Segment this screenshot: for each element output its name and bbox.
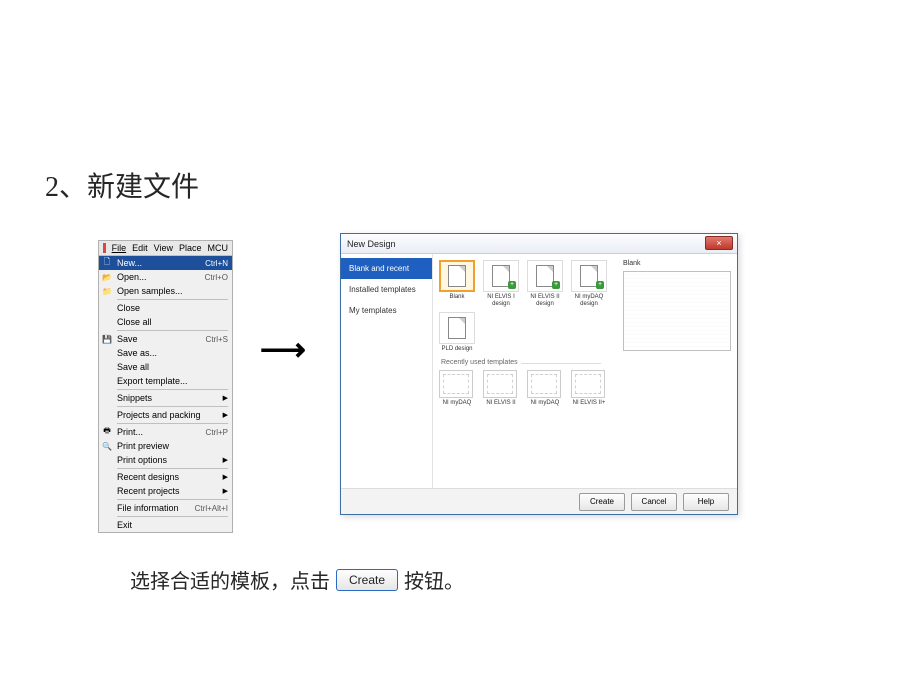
- close-button[interactable]: ×: [705, 236, 733, 250]
- menu-item-close[interactable]: Close: [99, 301, 232, 315]
- template-grid: Blank +NI ELVIS I design +NI ELVIS II de…: [433, 254, 617, 488]
- print-icon: 🖶: [102, 427, 112, 437]
- menu-item-export-template[interactable]: Export template...: [99, 374, 232, 388]
- print-preview-icon: 🔍: [102, 441, 112, 451]
- menu-item-save[interactable]: 💾SaveCtrl+S: [99, 332, 232, 346]
- chevron-right-icon: ▶: [223, 487, 228, 495]
- help-button[interactable]: Help: [683, 493, 729, 511]
- menu-item-exit[interactable]: Exit: [99, 518, 232, 532]
- menu-item-print[interactable]: 🖶Print...Ctrl+P: [99, 425, 232, 439]
- menu-item-print-options[interactable]: Print options▶: [99, 453, 232, 467]
- menu-separator: [117, 406, 228, 407]
- instruction-text: 选择合适的模板，点击 Create 按钮。: [130, 565, 464, 594]
- sidebar-item-installed[interactable]: Installed templates: [341, 279, 432, 300]
- menu-item-open-samples[interactable]: 📁Open samples...: [99, 284, 232, 298]
- menu-place[interactable]: Place: [179, 243, 202, 253]
- section-heading: 2、新建文件: [45, 165, 199, 205]
- template-mydaq[interactable]: +NI myDAQ design: [571, 260, 607, 308]
- recent-template-3[interactable]: NI myDAQ: [527, 370, 563, 407]
- new-file-icon: 🗋: [102, 258, 112, 268]
- menu-item-print-preview[interactable]: 🔍Print preview: [99, 439, 232, 453]
- menu-item-recent-projects[interactable]: Recent projects▶: [99, 484, 232, 498]
- create-button[interactable]: Create: [579, 493, 625, 511]
- open-folder-icon: 📂: [102, 272, 112, 282]
- dialog-footer: Create Cancel Help: [341, 488, 737, 514]
- preview-label: Blank: [623, 260, 731, 267]
- cancel-button[interactable]: Cancel: [631, 493, 677, 511]
- chevron-right-icon: ▶: [223, 456, 228, 464]
- dialog-title: New Design: [347, 239, 396, 249]
- dialog-sidebar: Blank and recent Installed templates My …: [341, 254, 433, 488]
- plus-badge-icon: +: [596, 281, 604, 289]
- template-elvis-i[interactable]: +NI ELVIS I design: [483, 260, 519, 308]
- chevron-right-icon: ▶: [223, 394, 228, 402]
- plus-badge-icon: +: [552, 281, 560, 289]
- sidebar-item-my-templates[interactable]: My templates: [341, 300, 432, 321]
- save-icon: 💾: [102, 334, 112, 344]
- inline-create-button: Create: [336, 569, 398, 591]
- menu-separator: [117, 330, 228, 331]
- menu-separator: [117, 499, 228, 500]
- menu-mcu[interactable]: MCU: [208, 243, 229, 253]
- instruction-before: 选择合适的模板，点击: [130, 565, 330, 594]
- preview-pane: Blank: [617, 254, 737, 488]
- sidebar-item-blank-recent[interactable]: Blank and recent: [341, 258, 432, 279]
- menu-file[interactable]: File: [112, 243, 127, 253]
- menu-separator: [117, 299, 228, 300]
- instruction-after: 按钮。: [404, 565, 464, 594]
- menu-item-open[interactable]: 📂Open...Ctrl+O: [99, 270, 232, 284]
- menu-separator: [117, 468, 228, 469]
- menu-item-projects-packing[interactable]: Projects and packing▶: [99, 408, 232, 422]
- menu-item-recent-designs[interactable]: Recent designs▶: [99, 470, 232, 484]
- template-pld[interactable]: PLD design: [439, 312, 475, 353]
- menu-item-save-as[interactable]: Save as...: [99, 346, 232, 360]
- menu-item-new[interactable]: 🗋New...Ctrl+N: [99, 256, 232, 270]
- menu-separator: [117, 423, 228, 424]
- app-menubar: File Edit View Place MCU: [99, 241, 232, 256]
- menu-item-close-all[interactable]: Close all: [99, 315, 232, 329]
- dialog-titlebar: New Design ×: [341, 234, 737, 254]
- chevron-right-icon: ▶: [223, 473, 228, 481]
- menu-item-snippets[interactable]: Snippets▶: [99, 391, 232, 405]
- menu-item-save-all[interactable]: Save all: [99, 360, 232, 374]
- chevron-right-icon: ▶: [223, 411, 228, 419]
- recent-template-2[interactable]: NI ELVIS II: [483, 370, 519, 407]
- menu-edit[interactable]: Edit: [132, 243, 148, 253]
- file-menu-screenshot: File Edit View Place MCU 🗋New...Ctrl+N 📂…: [98, 240, 233, 533]
- recent-template-1[interactable]: NI myDAQ: [439, 370, 475, 407]
- preview-thumbnail: [623, 271, 731, 351]
- menu-separator: [117, 516, 228, 517]
- menu-view[interactable]: View: [154, 243, 173, 253]
- recent-template-4[interactable]: NI ELVIS II+: [571, 370, 607, 407]
- template-blank[interactable]: Blank: [439, 260, 475, 308]
- plus-badge-icon: +: [508, 281, 516, 289]
- recent-templates-label: Recently used templates: [441, 359, 611, 366]
- flow-arrow: ⟶: [260, 330, 302, 368]
- template-elvis-ii[interactable]: +NI ELVIS II design: [527, 260, 563, 308]
- new-design-dialog: New Design × Blank and recent Installed …: [340, 233, 738, 515]
- menu-separator: [117, 389, 228, 390]
- samples-icon: 📁: [102, 286, 112, 296]
- app-icon: [103, 243, 106, 253]
- menu-item-file-info[interactable]: File informationCtrl+Alt+I: [99, 501, 232, 515]
